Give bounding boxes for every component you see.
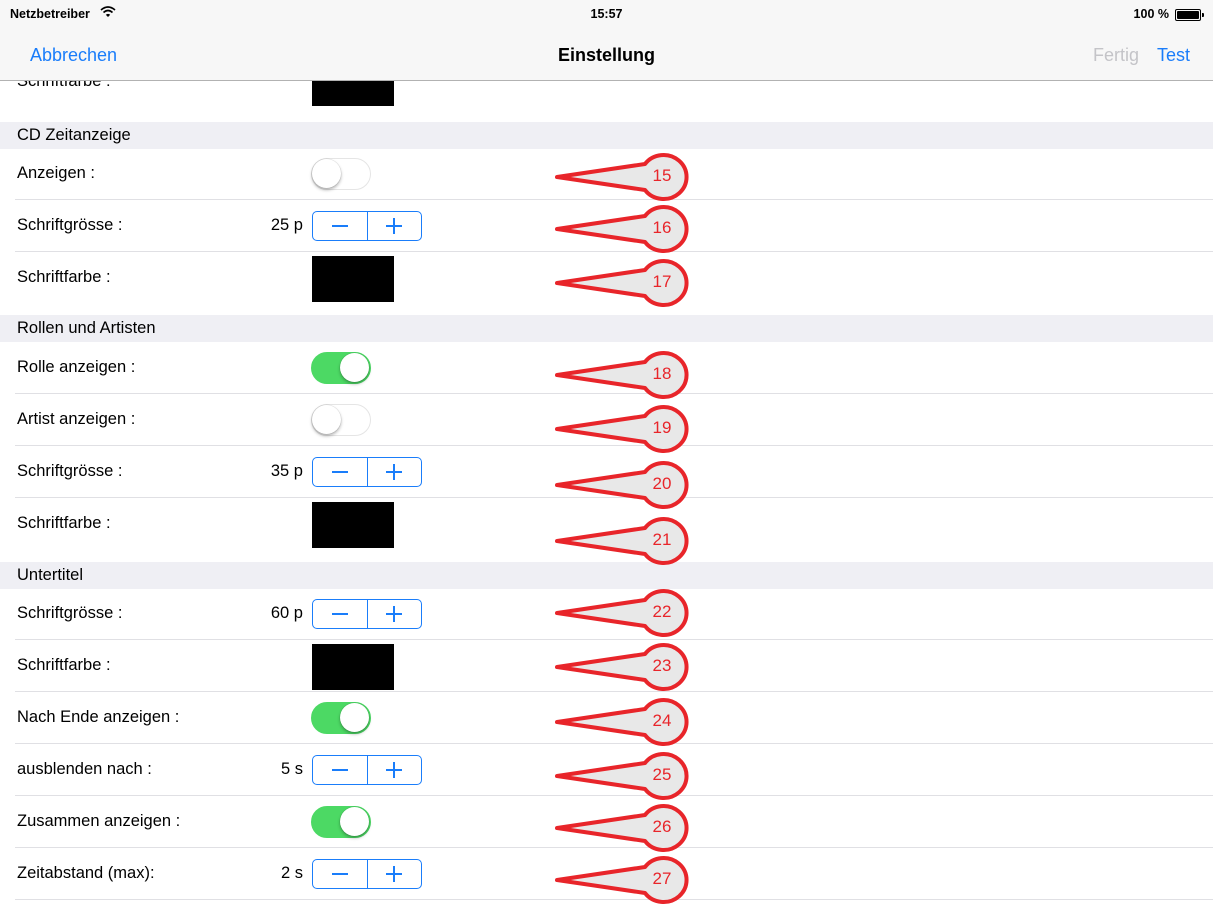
status-bar: Netzbetreiber 15:57 100 % [0, 0, 1213, 30]
callout-number: 20 [652, 474, 672, 493]
section-title: Untertitel [17, 566, 84, 584]
callout-number: 16 [652, 218, 672, 237]
row-label: Nach Ende anzeigen : [17, 708, 180, 726]
role-font-size-stepper [312, 457, 422, 487]
clock: 15:57 [590, 7, 623, 21]
gap-stepper [312, 859, 422, 889]
increment-button[interactable] [367, 458, 421, 486]
font-size-value: 60 p [270, 604, 303, 622]
callout-marker: 26 [555, 802, 690, 853]
callout-marker: 17 [555, 257, 690, 308]
row-label: ausblenden nach : [17, 760, 152, 778]
increment-button[interactable] [367, 600, 421, 628]
callout-number: 18 [652, 364, 672, 383]
section-header-subtitles: Untertitel [0, 562, 1213, 589]
row-top-font-color: Schriftfarbe : [0, 81, 1213, 108]
callout-marker: 22 [555, 587, 690, 638]
row-label: Schriftgrösse : [17, 216, 123, 234]
callout-number: 19 [652, 418, 672, 437]
row-label: Schriftfarbe : [17, 656, 111, 674]
subtitle-font-size-stepper [312, 599, 422, 629]
row-label: Rolle anzeigen : [17, 358, 136, 376]
increment-button[interactable] [367, 212, 421, 240]
section-title: Rollen und Artisten [17, 319, 156, 337]
callout-marker: 18 [555, 349, 690, 400]
callout-marker: 25 [555, 750, 690, 801]
show-after-end-toggle[interactable] [311, 702, 371, 734]
gap-value: 2 s [280, 864, 303, 882]
cd-show-toggle[interactable] [311, 158, 371, 190]
font-color-swatch[interactable] [312, 502, 394, 548]
callout-marker: 19 [555, 403, 690, 454]
callout-marker: 23 [555, 641, 690, 692]
row-label: Schriftgrösse : [17, 462, 123, 480]
section-title: CD Zeitanzeige [17, 126, 131, 144]
callout-marker: 24 [555, 696, 690, 747]
cancel-button[interactable]: Abbrechen [30, 45, 117, 66]
row-label: Schriftgrösse : [17, 604, 123, 622]
decrement-button[interactable] [313, 212, 368, 240]
row-label: Zeitabstand (max): [17, 864, 155, 882]
row-label: Schriftfarbe : [17, 268, 111, 286]
decrement-button[interactable] [313, 458, 368, 486]
settings-list[interactable]: Schriftfarbe : CD Zeitanzeige Anzeigen :… [0, 81, 1213, 905]
callout-marker: 21 [555, 515, 690, 566]
callout-number: 23 [652, 656, 672, 675]
decrement-button[interactable] [313, 756, 368, 784]
fade-value: 5 s [280, 760, 303, 778]
callout-number: 17 [652, 272, 672, 291]
callout-number: 27 [652, 869, 672, 888]
font-color-swatch[interactable] [312, 256, 394, 302]
role-show-toggle[interactable] [311, 352, 371, 384]
test-button[interactable]: Test [1157, 45, 1190, 66]
callout-number: 15 [652, 166, 672, 185]
callout-marker: 27 [555, 854, 690, 905]
increment-button[interactable] [367, 860, 421, 888]
callout-number: 22 [652, 602, 672, 621]
navigation-bar: Abbrechen Einstellung Fertig Test [0, 30, 1213, 81]
callout-marker: 16 [555, 203, 690, 254]
font-size-value: 25 p [270, 216, 303, 234]
callout-number: 24 [652, 711, 672, 730]
done-button[interactable]: Fertig [1093, 45, 1139, 66]
decrement-button[interactable] [313, 600, 368, 628]
row-label: Anzeigen : [17, 164, 95, 182]
row-label: Artist anzeigen : [17, 410, 136, 428]
callout-number: 25 [652, 765, 672, 784]
row-label: Zusammen anzeigen : [17, 812, 181, 830]
font-color-swatch[interactable] [312, 81, 394, 106]
decrement-button[interactable] [313, 860, 368, 888]
fade-stepper [312, 755, 422, 785]
callout-marker: 20 [555, 459, 690, 510]
page-title: Einstellung [557, 45, 655, 65]
row-label: Schriftfarbe : [17, 81, 111, 90]
callout-number: 26 [652, 817, 672, 836]
cd-font-size-stepper [312, 211, 422, 241]
callout-marker: 15 [555, 151, 690, 202]
font-size-value: 35 p [270, 462, 303, 480]
font-color-swatch[interactable] [312, 644, 394, 690]
battery-percent: 100 % [1133, 7, 1169, 21]
artist-show-toggle[interactable] [311, 404, 371, 436]
row-label: Schriftfarbe : [17, 514, 111, 532]
callout-number: 21 [652, 530, 672, 549]
show-together-toggle[interactable] [311, 806, 371, 838]
battery-icon [1175, 9, 1204, 21]
section-header-roles: Rollen und Artisten [0, 315, 1213, 342]
section-header-cd: CD Zeitanzeige [0, 122, 1213, 149]
increment-button[interactable] [367, 756, 421, 784]
